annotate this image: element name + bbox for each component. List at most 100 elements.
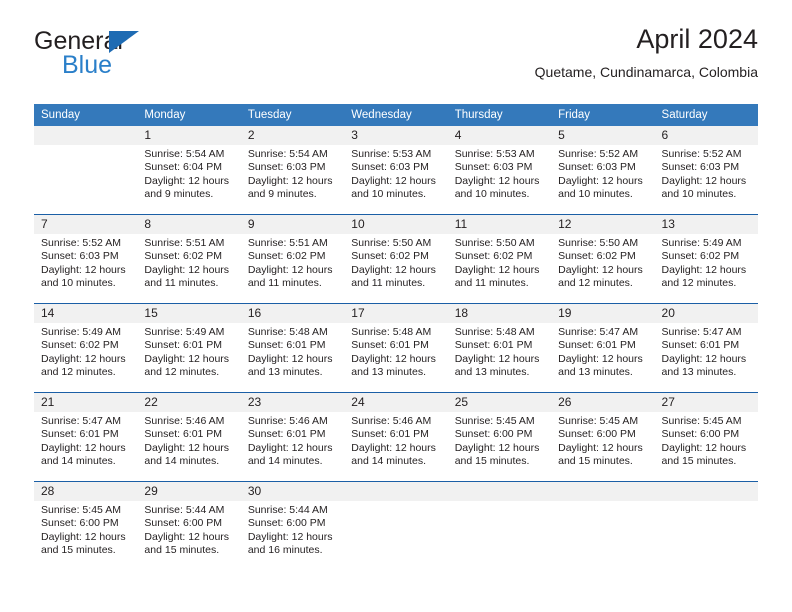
calendar-day-cell[interactable]: 14 Sunrise: 5:49 AM Sunset: 6:02 PM Dayligh… bbox=[34, 303, 138, 393]
day-number: 5 bbox=[551, 126, 655, 145]
calendar-week-row: 7 Sunrise: 5:52 AM Sunset: 6:03 PM Daylight… bbox=[34, 214, 758, 304]
calendar-day-cell[interactable]: 11 Sunrise: 5:50 AM Sunset: 6:02 PM Dayligh… bbox=[447, 214, 552, 304]
daylight-text-line2: and 13 minutes. bbox=[454, 366, 530, 379]
calendar-day-cell[interactable]: 18 Sunrise: 5:48 AM Sunset: 6:01 PM Dayligh… bbox=[447, 303, 552, 393]
day-details: Sunrise: 5:50 AM Sunset: 6:02 PM Daylight:… bbox=[448, 234, 551, 291]
calendar-day-cell[interactable]: 8 Sunrise: 5:51 AM Sunset: 6:02 PM Daylight… bbox=[137, 214, 241, 304]
daylight-text-line2: and 11 minutes. bbox=[144, 277, 219, 290]
day-cell-content: 5 Sunrise: 5:52 AM Sunset: 6:03 PM Daylight… bbox=[551, 126, 655, 214]
day-number: 11 bbox=[447, 215, 552, 234]
day-details: Sunrise: 5:45 AM Sunset: 6:00 PM Daylight:… bbox=[551, 412, 654, 469]
daylight-text-line1: Daylight: 12 hours bbox=[247, 530, 333, 543]
general-blue-logo: General Blue bbox=[34, 28, 284, 88]
sunset-text: Sunset: 6:02 PM bbox=[558, 250, 636, 263]
day-details: Sunrise: 5:48 AM Sunset: 6:01 PM Daylight:… bbox=[344, 323, 447, 380]
day-number: 10 bbox=[344, 215, 448, 234]
day-number: 12 bbox=[551, 215, 655, 234]
day-cell-content: 6 Sunrise: 5:52 AM Sunset: 6:03 PM Daylight… bbox=[654, 126, 758, 214]
calendar-day-cell[interactable]: 28 Sunrise: 5:45 AM Sunset: 6:00 PM Dayligh… bbox=[34, 481, 138, 570]
day-number: 15 bbox=[137, 304, 241, 323]
sunset-text: Sunset: 6:01 PM bbox=[558, 339, 636, 352]
sunrise-text: Sunrise: 5:50 AM bbox=[454, 237, 535, 249]
daylight-text-line1: Daylight: 12 hours bbox=[454, 441, 540, 454]
day-details: Sunrise: 5:52 AM Sunset: 6:03 PM Daylight:… bbox=[551, 145, 654, 202]
calendar-day-cell[interactable]: 24 Sunrise: 5:46 AM Sunset: 6:01 PM Dayligh… bbox=[344, 392, 448, 482]
day-cell-content: 29 Sunrise: 5:44 AM Sunset: 6:00 PM Dayligh… bbox=[137, 482, 241, 570]
daylight-text-line1: Daylight: 12 hours bbox=[247, 263, 333, 276]
day-cell-content: 10 Sunrise: 5:50 AM Sunset: 6:02 PM Dayligh… bbox=[344, 215, 448, 303]
calendar-day-cell[interactable]: 21 Sunrise: 5:47 AM Sunset: 6:01 PM Dayligh… bbox=[34, 392, 138, 482]
sunrise-text: Sunrise: 5:47 AM bbox=[661, 326, 742, 338]
day-cell-content: 28 Sunrise: 5:45 AM Sunset: 6:00 PM Dayligh… bbox=[34, 482, 138, 570]
calendar-week-row: 28 Sunrise: 5:45 AM Sunset: 6:00 PM Dayligh… bbox=[34, 481, 758, 570]
day-cell-content: 16 Sunrise: 5:48 AM Sunset: 6:01 PM Dayligh… bbox=[240, 304, 345, 392]
calendar-day-cell[interactable]: 1 Sunrise: 5:54 AM Sunset: 6:04 PM Daylight… bbox=[137, 126, 241, 215]
calendar-day-cell[interactable]: 25 Sunrise: 5:45 AM Sunset: 6:00 PM Dayligh… bbox=[447, 392, 552, 482]
daylight-text-line1: Daylight: 12 hours bbox=[661, 174, 747, 187]
day-number: 29 bbox=[137, 482, 241, 501]
sunrise-text: Sunrise: 5:47 AM bbox=[558, 326, 639, 338]
calendar-day-cell[interactable]: 16 Sunrise: 5:48 AM Sunset: 6:01 PM Dayligh… bbox=[240, 303, 345, 393]
day-details: Sunrise: 5:53 AM Sunset: 6:03 PM Daylight:… bbox=[448, 145, 551, 202]
calendar-day-cell[interactable]: 10 Sunrise: 5:50 AM Sunset: 6:02 PM Dayligh… bbox=[344, 214, 448, 304]
calendar-day-cell[interactable]: 17 Sunrise: 5:48 AM Sunset: 6:01 PM Dayligh… bbox=[344, 303, 448, 393]
calendar-day-cell[interactable]: 9 Sunrise: 5:51 AM Sunset: 6:02 PM Daylight… bbox=[240, 214, 345, 304]
calendar-day-cell[interactable]: 13 Sunrise: 5:49 AM Sunset: 6:02 PM Dayligh… bbox=[654, 214, 758, 304]
daylight-text-line1: Daylight: 12 hours bbox=[247, 441, 333, 454]
day-number: 3 bbox=[344, 126, 448, 145]
sunset-text: Sunset: 6:04 PM bbox=[144, 161, 223, 174]
daylight-text-line1: Daylight: 12 hours bbox=[144, 263, 230, 276]
sunset-text: Sunset: 6:01 PM bbox=[144, 428, 223, 441]
calendar-day-cell[interactable]: 19 Sunrise: 5:47 AM Sunset: 6:01 PM Dayligh… bbox=[551, 303, 655, 393]
day-number: 2 bbox=[240, 126, 345, 145]
calendar-day-cell[interactable]: 3 Sunrise: 5:53 AM Sunset: 6:03 PM Daylight… bbox=[344, 126, 448, 215]
calendar-day-cell[interactable]: 7 Sunrise: 5:52 AM Sunset: 6:03 PM Daylight… bbox=[34, 214, 138, 304]
calendar-day-cell[interactable]: 15 Sunrise: 5:49 AM Sunset: 6:01 PM Dayligh… bbox=[137, 303, 241, 393]
calendar-day-cell[interactable]: 20 Sunrise: 5:47 AM Sunset: 6:01 PM Dayligh… bbox=[654, 303, 758, 393]
day-number: 8 bbox=[137, 215, 241, 234]
sunrise-sunset-calendar: Sunday Monday Tuesday Wednesday Thursday… bbox=[34, 104, 758, 570]
calendar-day-cell-empty bbox=[447, 481, 552, 570]
location-subtitle: Quetame, Cundinamarca, Colombia bbox=[534, 64, 758, 80]
title-block: April 2024 Quetame, Cundinamarca, Colomb… bbox=[535, 22, 758, 82]
weekday-header-monday: Monday bbox=[137, 104, 241, 126]
sunrise-text: Sunrise: 5:49 AM bbox=[144, 326, 225, 338]
sunrise-text: Sunrise: 5:48 AM bbox=[351, 326, 432, 338]
daylight-text-line1: Daylight: 12 hours bbox=[661, 352, 747, 365]
weekday-header-tuesday: Tuesday bbox=[240, 104, 345, 126]
day-details: Sunrise: 5:52 AM Sunset: 6:03 PM Daylight:… bbox=[655, 145, 758, 202]
calendar-day-cell[interactable]: 22 Sunrise: 5:46 AM Sunset: 6:01 PM Dayligh… bbox=[137, 392, 241, 482]
day-details: Sunrise: 5:48 AM Sunset: 6:01 PM Daylight:… bbox=[448, 323, 551, 380]
calendar-day-cell[interactable]: 4 Sunrise: 5:53 AM Sunset: 6:03 PM Daylight… bbox=[447, 126, 552, 215]
day-details: Sunrise: 5:52 AM Sunset: 6:03 PM Daylight:… bbox=[34, 234, 137, 291]
day-details: Sunrise: 5:48 AM Sunset: 6:01 PM Daylight:… bbox=[241, 323, 344, 380]
calendar-day-cell[interactable]: 26 Sunrise: 5:45 AM Sunset: 6:00 PM Dayligh… bbox=[551, 392, 655, 482]
calendar-day-cell[interactable]: 30 Sunrise: 5:44 AM Sunset: 6:00 PM Dayligh… bbox=[240, 481, 345, 570]
sunset-text: Sunset: 6:01 PM bbox=[247, 428, 326, 441]
calendar-day-cell[interactable]: 2 Sunrise: 5:54 AM Sunset: 6:03 PM Daylight… bbox=[240, 126, 345, 215]
daylight-text-line1: Daylight: 12 hours bbox=[558, 263, 643, 276]
logo-text-blue: Blue bbox=[62, 51, 113, 79]
calendar-day-cell[interactable]: 5 Sunrise: 5:52 AM Sunset: 6:03 PM Daylight… bbox=[551, 126, 655, 215]
sunrise-text: Sunrise: 5:53 AM bbox=[454, 148, 535, 160]
calendar-day-cell[interactable]: 6 Sunrise: 5:52 AM Sunset: 6:03 PM Daylight… bbox=[654, 126, 758, 215]
daylight-text-line1: Daylight: 12 hours bbox=[661, 441, 747, 454]
calendar-day-cell[interactable]: 29 Sunrise: 5:44 AM Sunset: 6:00 PM Dayligh… bbox=[137, 481, 241, 570]
sunrise-text: Sunrise: 5:44 AM bbox=[144, 504, 225, 516]
daylight-text-line2: and 13 minutes. bbox=[661, 366, 737, 379]
sunrise-text: Sunrise: 5:46 AM bbox=[144, 415, 225, 427]
day-number: 27 bbox=[654, 393, 758, 412]
day-details: Sunrise: 5:51 AM Sunset: 6:02 PM Daylight:… bbox=[137, 234, 240, 291]
day-number: 23 bbox=[240, 393, 345, 412]
day-cell-content: 21 Sunrise: 5:47 AM Sunset: 6:01 PM Dayligh… bbox=[34, 393, 138, 481]
calendar-day-cell[interactable]: 27 Sunrise: 5:45 AM Sunset: 6:00 PM Dayligh… bbox=[654, 392, 758, 482]
daylight-text-line2: and 10 minutes. bbox=[454, 188, 530, 201]
calendar-day-cell[interactable]: 12 Sunrise: 5:50 AM Sunset: 6:02 PM Dayligh… bbox=[551, 214, 655, 304]
day-details: Sunrise: 5:47 AM Sunset: 6:01 PM Daylight:… bbox=[551, 323, 654, 380]
sunset-text: Sunset: 6:02 PM bbox=[661, 250, 740, 263]
sunset-text: Sunset: 6:03 PM bbox=[247, 161, 326, 174]
daylight-text-line2: and 14 minutes. bbox=[41, 455, 116, 468]
sunset-text: Sunset: 6:02 PM bbox=[247, 250, 326, 263]
daylight-text-line1: Daylight: 12 hours bbox=[144, 441, 230, 454]
calendar-day-cell[interactable]: 23 Sunrise: 5:46 AM Sunset: 6:01 PM Dayligh… bbox=[240, 392, 345, 482]
